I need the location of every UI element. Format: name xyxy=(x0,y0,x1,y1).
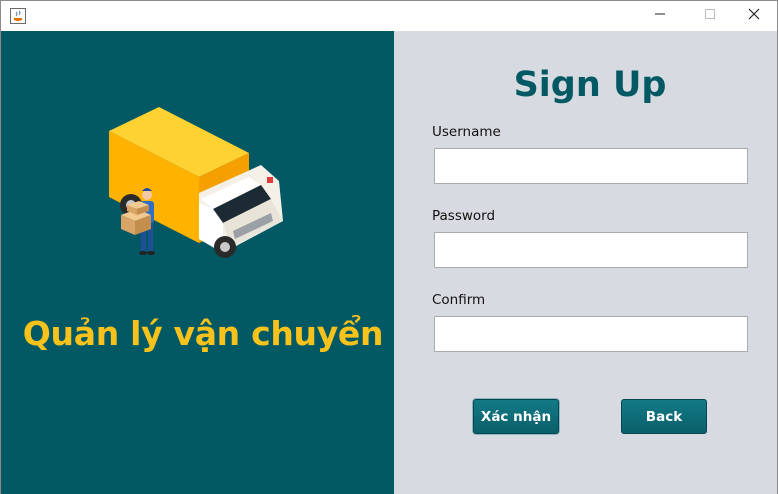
signup-form: Sign Up Username Password Confirm Xác nh… xyxy=(394,31,777,494)
java-app-icon xyxy=(10,8,26,24)
confirm-password-field[interactable] xyxy=(434,316,748,352)
close-button[interactable] xyxy=(731,1,777,31)
app-window: Quản lý vận chuyển Sign Up Username Pass… xyxy=(0,0,778,494)
maximize-icon xyxy=(704,7,716,25)
brand-title: Quản lý vận chuyển xyxy=(22,314,384,353)
minimize-icon xyxy=(654,7,666,25)
back-button[interactable]: Back xyxy=(621,399,707,434)
maximize-button[interactable] xyxy=(687,1,733,31)
password-label: Password xyxy=(432,208,496,224)
password-field[interactable] xyxy=(434,232,748,268)
confirm-label: Confirm xyxy=(432,292,486,308)
username-label: Username xyxy=(432,124,501,140)
username-field[interactable] xyxy=(434,148,748,184)
close-icon xyxy=(748,7,760,25)
form-title: Sign Up xyxy=(513,65,667,105)
minimize-button[interactable] xyxy=(637,1,683,31)
confirm-button[interactable]: Xác nhận xyxy=(473,399,559,434)
delivery-truck-icon xyxy=(101,103,301,268)
title-bar[interactable] xyxy=(1,1,777,31)
brand-panel: Quản lý vận chuyển xyxy=(1,31,394,494)
